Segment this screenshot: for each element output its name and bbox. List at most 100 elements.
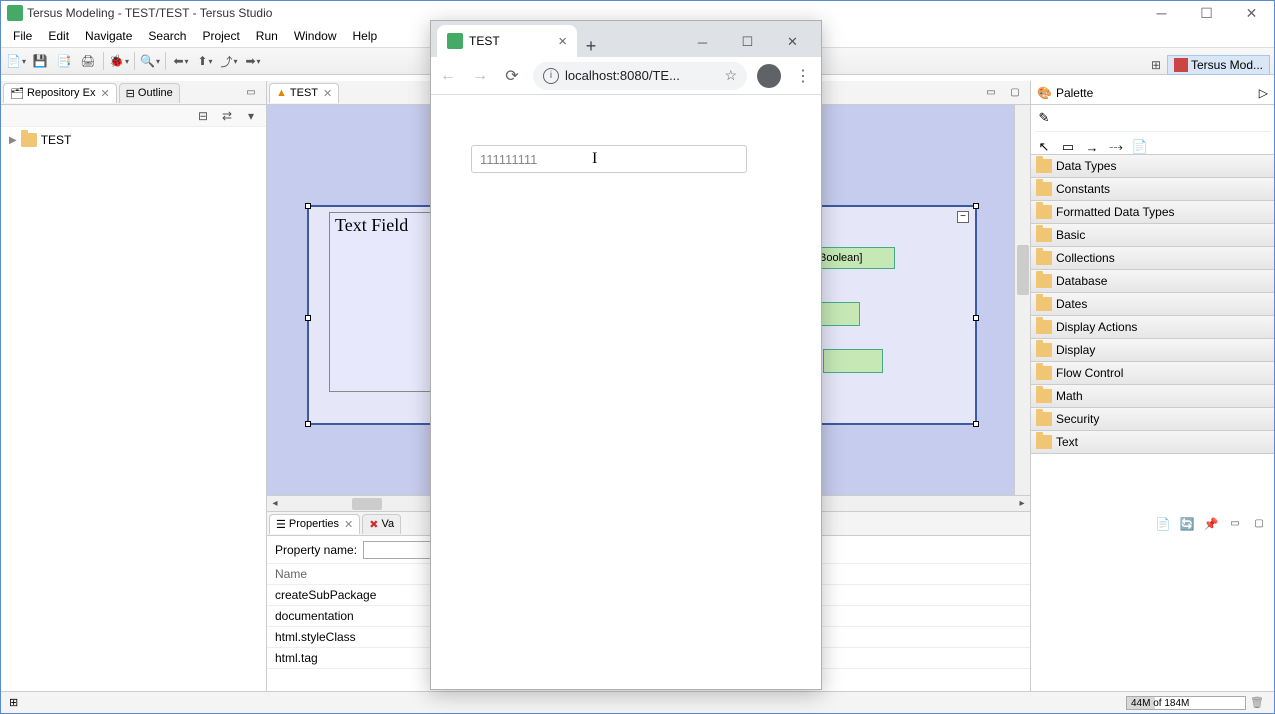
new-prop-button[interactable]: 📄 xyxy=(1152,513,1174,535)
category-constants[interactable]: Constants xyxy=(1031,178,1274,201)
search-button[interactable]: 🔍▾ xyxy=(139,50,161,72)
refresh-button[interactable]: 🔄 xyxy=(1176,513,1198,535)
nav-back-button[interactable]: ⬅▾ xyxy=(170,50,192,72)
save-all-button[interactable]: 📑 xyxy=(53,50,75,72)
arrow-tool[interactable]: → xyxy=(1083,138,1101,156)
palette-collapse-icon[interactable]: ▷ xyxy=(1259,86,1268,100)
address-bar[interactable]: i localhost:8080/TE... ☆ xyxy=(533,62,747,90)
nav-up-button[interactable]: ⬆▾ xyxy=(194,50,216,72)
note-tool[interactable]: 📄 xyxy=(1131,138,1149,156)
new-button[interactable]: 📄▾ xyxy=(5,50,27,72)
browser-close-button[interactable]: ✕ xyxy=(770,27,815,57)
tree-node-test[interactable]: ▶ TEST xyxy=(5,131,262,149)
browser-maximize-button[interactable]: ☐ xyxy=(725,27,770,57)
forward-button[interactable]: → xyxy=(469,65,491,87)
heap-bar[interactable]: 44M of 184M xyxy=(1126,696,1246,710)
resize-handle[interactable] xyxy=(973,421,979,427)
menu-run[interactable]: Run xyxy=(248,27,286,45)
scrollbar-thumb[interactable] xyxy=(352,498,382,510)
perspective-tersus[interactable]: Tersus Mod... xyxy=(1167,55,1270,75)
close-tab-icon[interactable]: ✕ xyxy=(344,518,353,531)
pin-button[interactable]: 📌 xyxy=(1200,513,1222,535)
close-tab-icon[interactable]: ✕ xyxy=(323,87,332,100)
new-tab-button[interactable]: + xyxy=(577,36,605,57)
site-info-icon[interactable]: i xyxy=(543,68,559,84)
debug-button[interactable]: 🐞▾ xyxy=(108,50,130,72)
view-menu-button[interactable]: ▾ xyxy=(240,105,262,127)
category-collections[interactable]: Collections xyxy=(1031,247,1274,270)
browser-menu-icon[interactable]: ⋮ xyxy=(791,66,815,86)
tab-outline[interactable]: ⊟ Outline xyxy=(119,83,180,103)
resize-handle[interactable] xyxy=(305,315,311,321)
resize-handle[interactable] xyxy=(973,203,979,209)
resize-handle[interactable] xyxy=(305,421,311,427)
editor-tab-test[interactable]: ▲ TEST ✕ xyxy=(269,83,339,103)
expand-icon[interactable]: ▶ xyxy=(9,135,17,146)
tab-properties[interactable]: ☰ Properties ✕ xyxy=(269,514,360,534)
heap-status: 44M of 184M 🗑 xyxy=(1126,696,1264,710)
category-data-types[interactable]: Data Types xyxy=(1031,155,1274,178)
category-dates[interactable]: Dates xyxy=(1031,293,1274,316)
boolean-element[interactable]: Boolean] xyxy=(815,247,895,269)
palette-title: Palette xyxy=(1056,86,1093,100)
profile-icon[interactable] xyxy=(757,64,781,88)
tab-validation[interactable]: ✖ Va xyxy=(362,514,401,534)
editor-maximize-icon[interactable]: ▢ xyxy=(1004,82,1026,104)
dashed-arrow-tool[interactable]: ⤏ xyxy=(1107,138,1125,156)
folder-icon xyxy=(1036,389,1052,403)
menu-file[interactable]: File xyxy=(5,27,40,45)
eyedropper-icon[interactable]: ✎ xyxy=(1035,109,1053,127)
save-button[interactable]: 💾 xyxy=(29,50,51,72)
scroll-right-icon[interactable]: ▸ xyxy=(1014,496,1030,512)
category-math[interactable]: Math xyxy=(1031,385,1274,408)
resize-handle[interactable] xyxy=(973,315,979,321)
category-display[interactable]: Display xyxy=(1031,339,1274,362)
scroll-left-icon[interactable]: ◂ xyxy=(267,496,283,512)
category-formatted-data-types[interactable]: Formatted Data Types xyxy=(1031,201,1274,224)
menu-navigate[interactable]: Navigate xyxy=(77,27,140,45)
element-node[interactable] xyxy=(823,349,883,373)
link-editor-button[interactable]: ⇄ xyxy=(216,105,238,127)
close-tab-icon[interactable]: ✕ xyxy=(100,87,109,100)
print-button[interactable]: 🖨 xyxy=(77,50,99,72)
editor-minimize-icon[interactable]: ▭ xyxy=(980,82,1002,104)
menu-help[interactable]: Help xyxy=(345,27,386,45)
view-minimize-icon[interactable]: ▭ xyxy=(240,82,262,104)
close-button[interactable]: ✕ xyxy=(1229,1,1274,25)
category-database[interactable]: Database xyxy=(1031,270,1274,293)
bookmark-star-icon[interactable]: ☆ xyxy=(724,67,737,84)
category-security[interactable]: Security xyxy=(1031,408,1274,431)
back-button[interactable]: ← xyxy=(437,65,459,87)
select-tool[interactable]: ↖ xyxy=(1035,138,1053,156)
menu-project[interactable]: Project xyxy=(194,27,247,45)
browser-minimize-button[interactable]: ─ xyxy=(680,27,725,57)
tab-repository-explorer[interactable]: 🗂 Repository Ex ✕ xyxy=(3,83,117,103)
palette-categories[interactable]: Data Types Constants Formatted Data Type… xyxy=(1031,155,1274,691)
element-node[interactable] xyxy=(820,302,860,326)
page-text-input[interactable]: 111111111 I xyxy=(471,145,747,173)
menu-search[interactable]: Search xyxy=(140,27,194,45)
collapse-icon[interactable]: − xyxy=(957,211,969,223)
maximize-button[interactable]: ☐ xyxy=(1184,1,1229,25)
close-tab-icon[interactable]: × xyxy=(558,33,567,50)
editor-tab-label: TEST xyxy=(290,87,318,99)
view-max-button[interactable]: ▢ xyxy=(1248,513,1270,535)
menu-edit[interactable]: Edit xyxy=(40,27,77,45)
open-perspective-button[interactable]: ⊞ xyxy=(1145,54,1167,76)
reload-button[interactable]: ⟳ xyxy=(501,65,523,87)
view-min-button[interactable]: ▭ xyxy=(1224,513,1246,535)
nav-fwd-button[interactable]: ➡▾ xyxy=(242,50,264,72)
category-text[interactable]: Text xyxy=(1031,431,1274,454)
category-basic[interactable]: Basic xyxy=(1031,224,1274,247)
category-flow-control[interactable]: Flow Control xyxy=(1031,362,1274,385)
resize-handle[interactable] xyxy=(305,203,311,209)
menu-window[interactable]: Window xyxy=(286,27,345,45)
minimize-button[interactable]: ─ xyxy=(1139,1,1184,25)
repository-tree[interactable]: ▶ TEST xyxy=(1,127,266,691)
collapse-all-button[interactable]: ⊟ xyxy=(192,105,214,127)
marquee-tool[interactable]: ▭ xyxy=(1059,138,1077,156)
browser-tab-test[interactable]: TEST × xyxy=(437,25,577,57)
nav-home-button[interactable]: ⤴▾ xyxy=(218,50,240,72)
category-display-actions[interactable]: Display Actions xyxy=(1031,316,1274,339)
gc-trash-icon[interactable]: 🗑 xyxy=(1250,696,1264,710)
